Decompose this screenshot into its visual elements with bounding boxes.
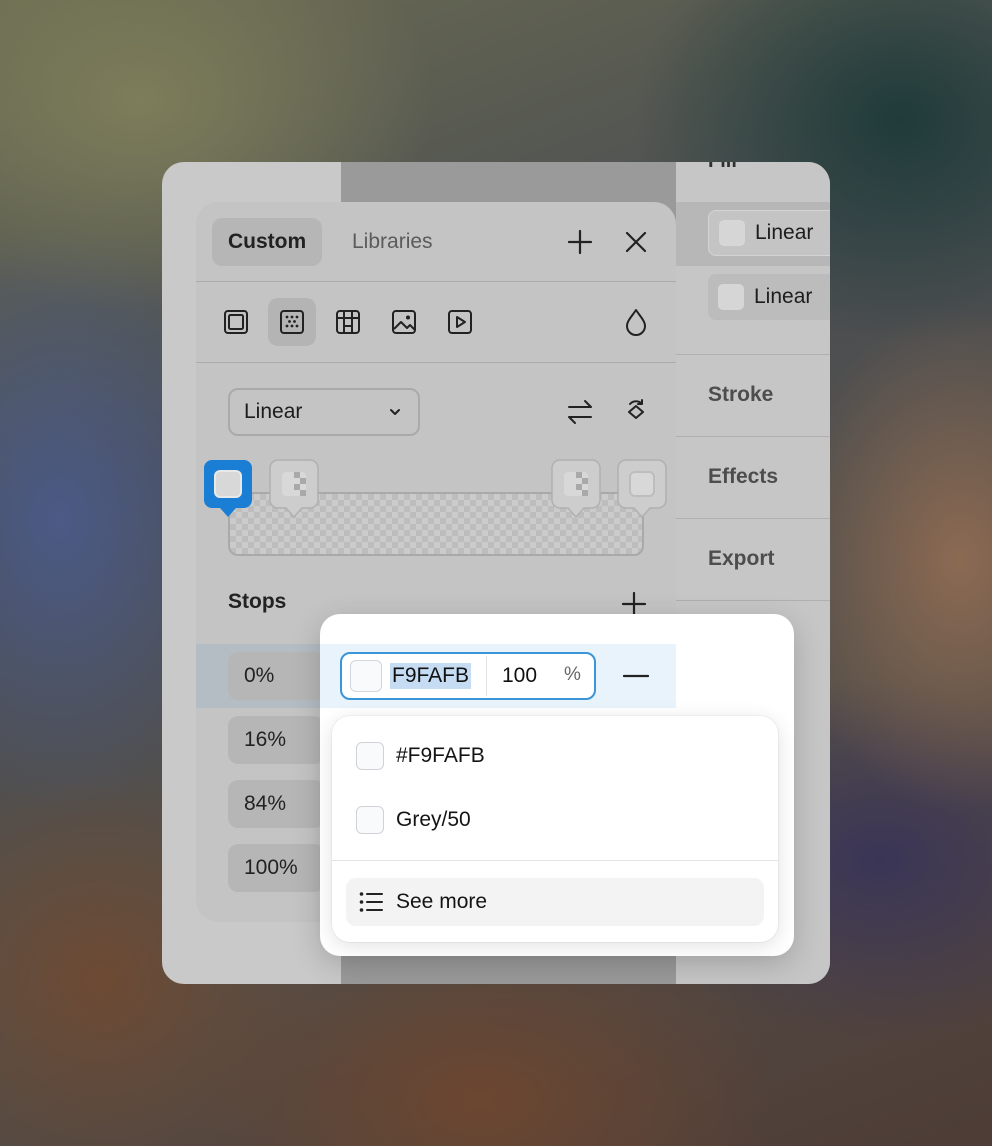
gradient-type-value: Linear — [244, 400, 303, 423]
fill-section-title: Fill — [708, 162, 737, 173]
see-more-label: See more — [396, 890, 488, 913]
fill-item-label: Linear — [754, 285, 813, 308]
remove-stop-button[interactable] — [620, 660, 652, 692]
stop-position-input[interactable]: 84% — [228, 780, 324, 828]
percent-unit: % — [564, 664, 581, 685]
chevron-down-icon — [390, 409, 400, 415]
suggestion-item[interactable]: Grey/50 — [356, 800, 756, 840]
gradient-fill-icon[interactable] — [268, 298, 316, 346]
rotate-icon[interactable] — [620, 396, 652, 428]
hex-color-input[interactable]: F9FAFB 100 % — [340, 652, 596, 700]
see-more-button[interactable]: See more — [346, 878, 764, 926]
gradient-stop-handle-selected[interactable] — [202, 458, 254, 520]
droplet-icon[interactable] — [612, 298, 660, 346]
image-fill-icon[interactable] — [380, 298, 428, 346]
gradient-stop-handle[interactable] — [268, 458, 320, 520]
stop-position-input[interactable]: 16% — [228, 716, 324, 764]
color-suggestions-dropdown: #F9FAFB Grey/50 See more — [332, 716, 778, 942]
fill-swatch[interactable] — [718, 284, 744, 310]
suggestion-item[interactable]: #F9FAFB — [356, 736, 756, 776]
stop-position-input[interactable]: 100% — [228, 844, 324, 892]
opacity-input[interactable]: 100 — [502, 664, 537, 688]
hex-value[interactable]: F9FAFB — [390, 663, 472, 689]
gradient-stop-handle[interactable] — [550, 458, 602, 520]
fill-item[interactable]: Linear — [708, 274, 830, 320]
suggestion-label: #F9FAFB — [396, 744, 485, 767]
divider — [332, 860, 778, 861]
minus-icon — [623, 674, 649, 678]
tab-custom[interactable]: Custom — [212, 218, 323, 266]
stops-title: Stops — [228, 590, 287, 613]
close-icon[interactable] — [620, 226, 652, 258]
divider — [196, 362, 676, 363]
gradient-type-select[interactable]: Linear — [228, 388, 420, 436]
section-stroke[interactable]: Stroke — [676, 354, 830, 436]
solid-fill-icon[interactable] — [212, 298, 260, 346]
tab-libraries[interactable]: Libraries — [336, 218, 449, 266]
color-swatch[interactable] — [350, 660, 382, 692]
video-fill-icon[interactable] — [436, 298, 484, 346]
fill-item-label: Linear — [755, 221, 814, 244]
section-label: Stroke — [708, 383, 774, 406]
fill-item[interactable]: Linear — [708, 210, 830, 256]
color-swatch — [356, 742, 384, 770]
section-export[interactable]: Export — [676, 518, 830, 600]
fill-swatch[interactable] — [719, 220, 745, 246]
stop-position-input[interactable]: 0% — [228, 652, 324, 700]
pattern-fill-icon[interactable] — [324, 298, 372, 346]
color-swatch — [356, 806, 384, 834]
divider — [196, 281, 676, 282]
list-icon — [359, 892, 383, 912]
section-effects[interactable]: Effects — [676, 436, 830, 518]
suggestion-label: Grey/50 — [396, 808, 471, 831]
plus-icon[interactable] — [564, 226, 596, 258]
field-separator — [486, 656, 487, 696]
section-label: Effects — [708, 465, 779, 488]
section-label: Export — [708, 547, 775, 570]
gradient-stop-handle[interactable] — [616, 458, 668, 520]
swap-icon[interactable] — [564, 396, 596, 428]
section-divider — [676, 600, 830, 601]
